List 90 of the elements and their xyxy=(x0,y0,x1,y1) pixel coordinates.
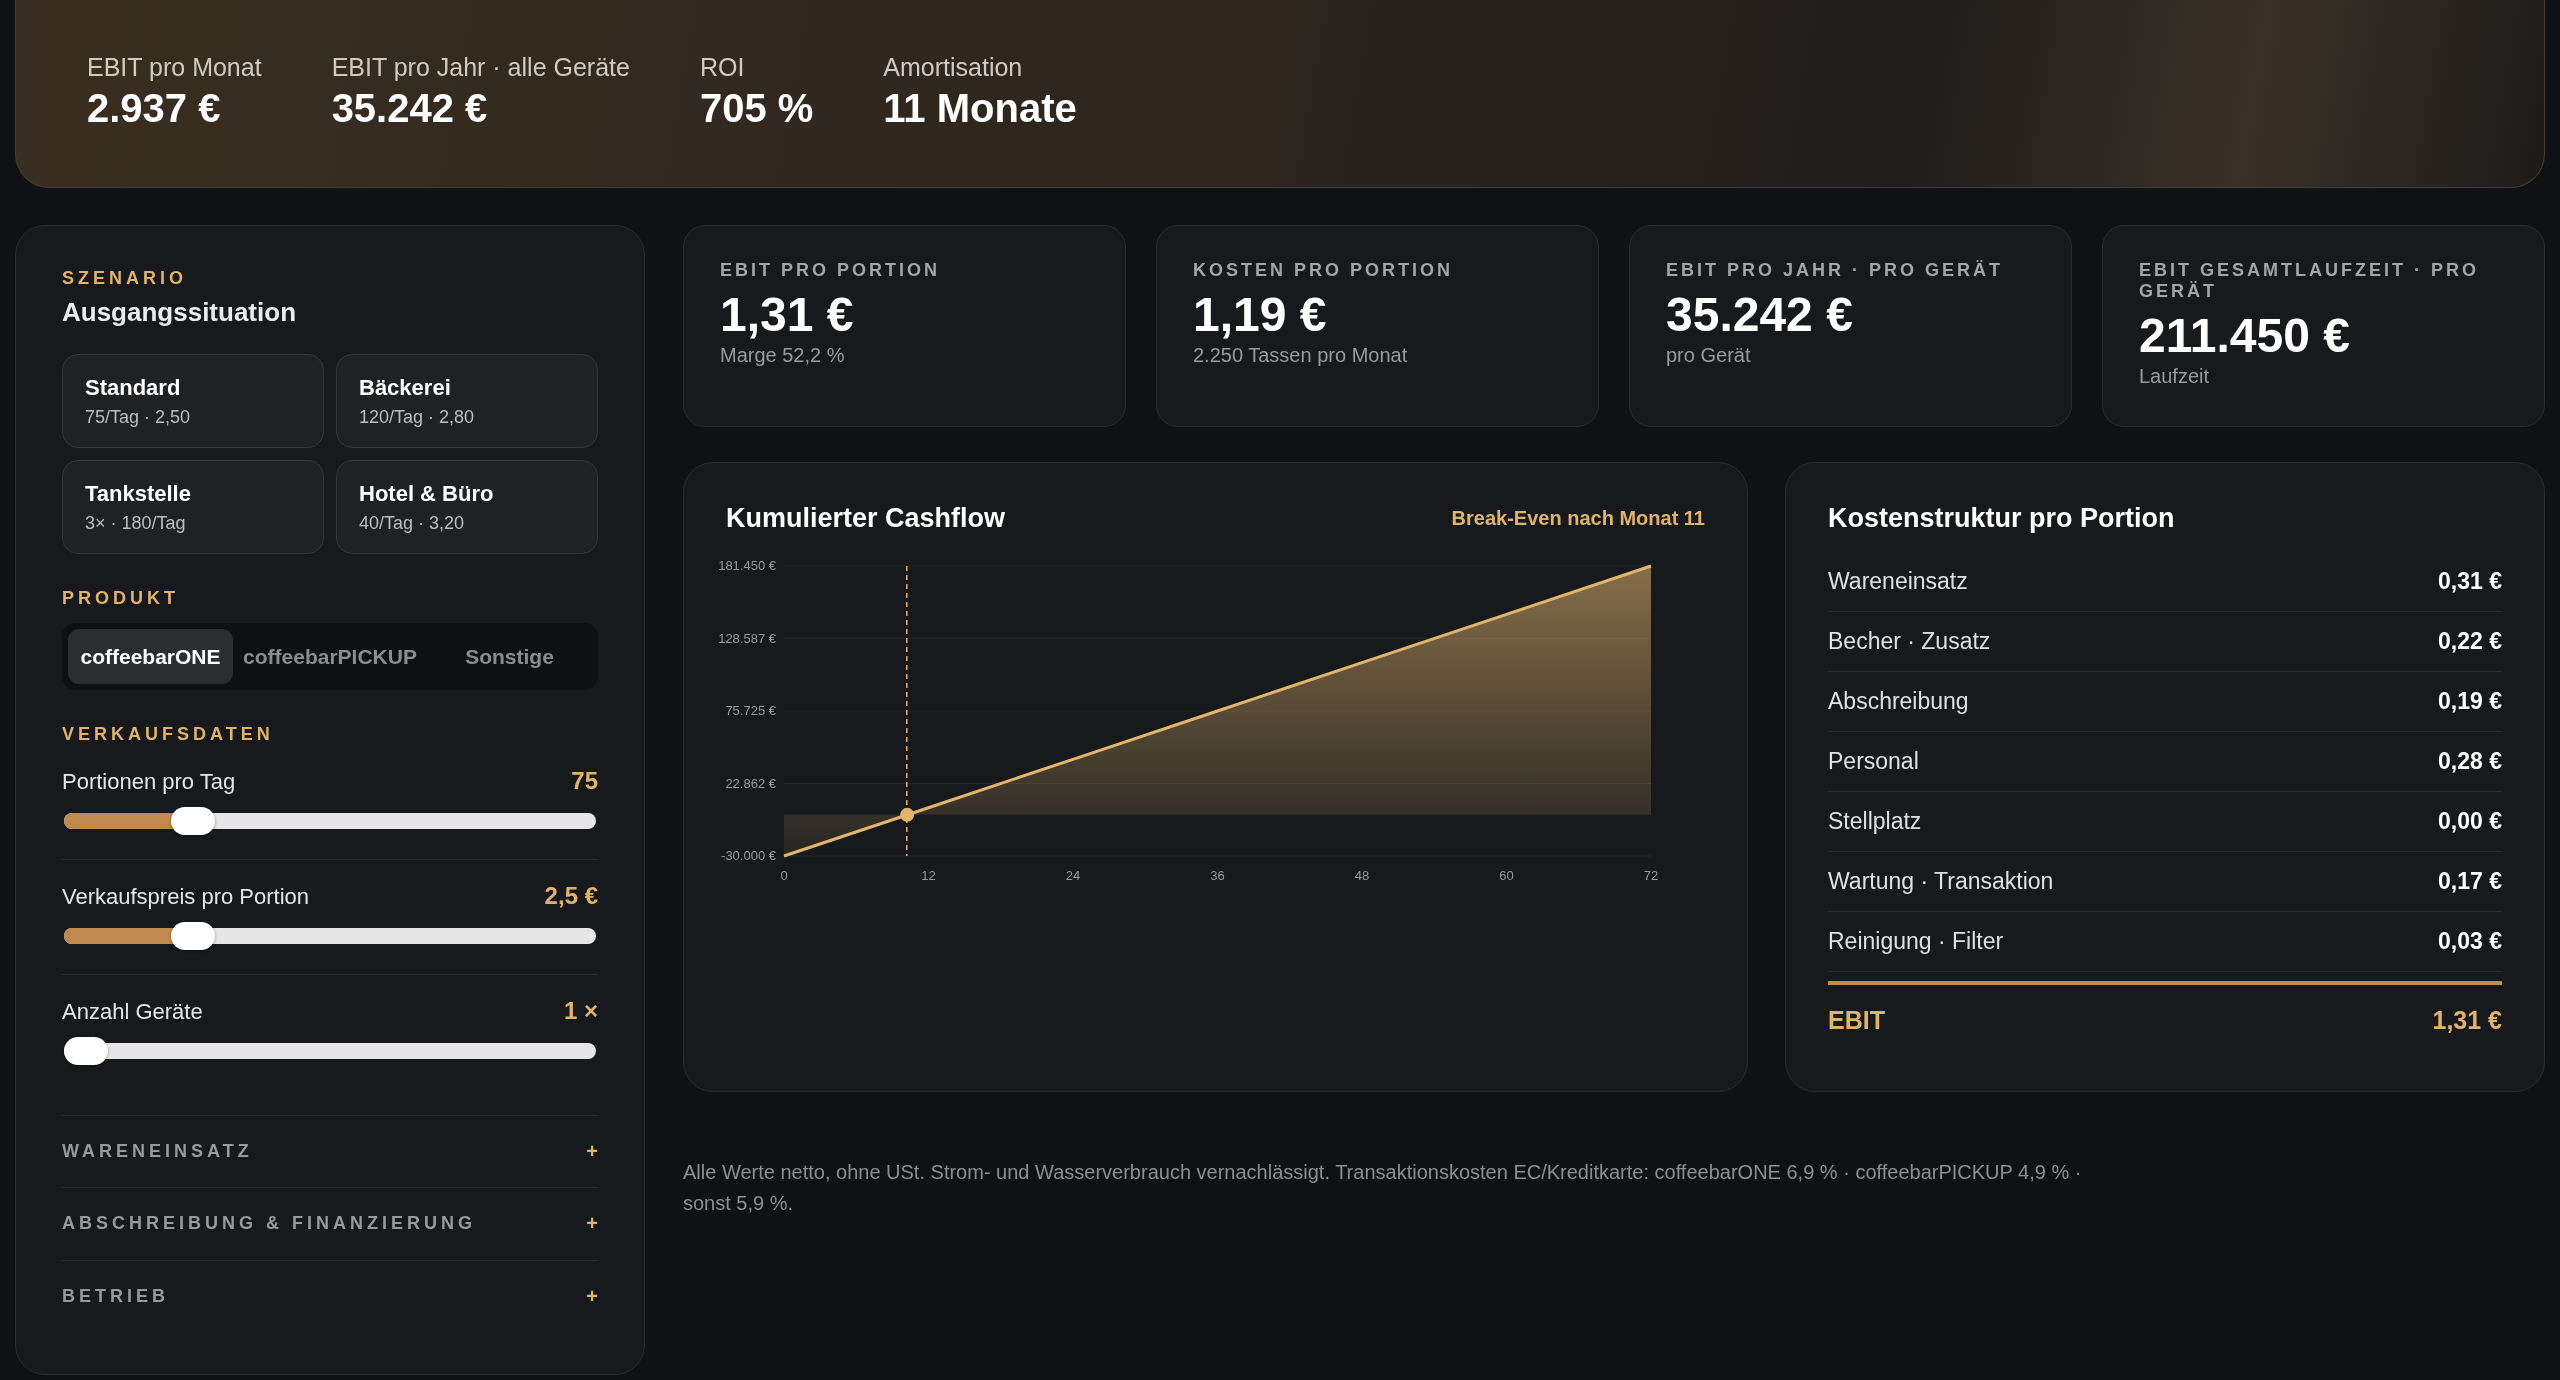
kpi-label: EBIT PRO JAHR · PRO GERÄT xyxy=(1666,260,2005,281)
cost-value: 0,00 € xyxy=(2438,808,2502,835)
stat-label: EBIT pro Monat xyxy=(87,52,262,82)
expand-toggle[interactable]: + xyxy=(586,1140,598,1164)
total-label: EBIT xyxy=(1828,1005,1885,1035)
kpi-value: 1,31 € xyxy=(720,287,855,342)
scenario-name: Hotel & Büro xyxy=(359,480,495,507)
stat-label: EBIT pro Jahr · alle Geräte xyxy=(331,52,630,82)
footnote: Alle Werte netto, ohne USt. Strom- und Wasserverbrauch vernachlässigt. Transaktionskosten EC/Kreditkarte: coffeebarONE 6,9 % · coffeebarPICKUP 4,9 % · sonst 5,9 %. xyxy=(683,1160,2083,1216)
kpi-label: EBIT GESAMTLAUFZEIT · PRO GERÄT xyxy=(2139,260,2480,302)
scenario-name: Standard xyxy=(85,374,182,401)
kpi-note: 2.250 Tassen pro Monat xyxy=(1193,344,1409,367)
cost-value: 0,28 € xyxy=(2438,748,2502,775)
slider-reading: 75 xyxy=(571,767,598,795)
product-tab[interactable]: coffeebarPICKUP xyxy=(237,629,423,684)
kpi-label: KOSTEN PRO PORTION xyxy=(1193,260,1454,281)
slider-reading: 2,5 € xyxy=(544,882,598,910)
product-tab[interactable]: Sonstige xyxy=(426,629,592,684)
axis-label: 24 xyxy=(1065,868,1081,883)
collapsible-section[interactable]: ABSCHREIBUNG & FINANZIERUNG xyxy=(62,1213,476,1235)
section-heading: SZENARIO xyxy=(62,268,188,289)
kpi-value: 35.242 € xyxy=(1666,287,1854,342)
collapsible-section[interactable]: WARENEINSATZ xyxy=(62,1141,253,1163)
slider-label: Verkaufspreis pro Portion xyxy=(62,884,310,910)
cost-label: Personal xyxy=(1828,748,1919,775)
kpi-value: 1,19 € xyxy=(1193,287,1328,342)
axis-label: 75.725 € xyxy=(725,703,776,718)
scenario-name: Bäckerei xyxy=(359,374,452,401)
expand-toggle[interactable]: + xyxy=(586,1284,598,1308)
scenario-card[interactable]: Bäckerei 120/Tag · 2,80 xyxy=(336,354,598,448)
scenario-card[interactable]: Hotel & Büro 40/Tag · 3,20 xyxy=(336,460,598,554)
slider-label: Portionen pro Tag xyxy=(62,769,236,795)
cost-label: Becher · Zusatz xyxy=(1828,628,1991,655)
expand-toggle[interactable]: + xyxy=(586,1212,598,1236)
section-heading: PRODUKT xyxy=(62,588,180,609)
break-even-note: Break-Even nach Monat 11 xyxy=(1451,507,1705,530)
cost-value: 0,03 € xyxy=(2438,928,2502,955)
stat-value: 2.937 € xyxy=(87,85,222,131)
axis-label: -30.000 € xyxy=(721,848,776,863)
kpi-label: EBIT PRO PORTION xyxy=(720,260,941,281)
stat-value: 11 Monate xyxy=(883,85,1077,131)
slider[interactable] xyxy=(64,922,596,950)
stat-label: ROI xyxy=(699,52,746,82)
cost-value: 0,31 € xyxy=(2438,568,2502,595)
total-value: 1,31 € xyxy=(2432,1005,2502,1035)
collapsible-section[interactable]: BETRIEB xyxy=(62,1285,169,1307)
kpi-note: pro Gerät xyxy=(1666,344,1752,367)
slider-thumb[interactable] xyxy=(171,807,216,835)
slider[interactable] xyxy=(64,1037,596,1065)
cost-label: Wareneinsatz xyxy=(1828,568,1968,595)
product-tab[interactable]: coffeebarONE xyxy=(68,629,234,684)
cost-value: 0,22 € xyxy=(2438,628,2502,655)
slider-thumb[interactable] xyxy=(171,922,216,950)
axis-label: 36 xyxy=(1210,868,1225,883)
cost-title: Kostenstruktur pro Portion xyxy=(1828,503,2176,534)
slider-label: Anzahl Geräte xyxy=(62,999,203,1025)
axis-label: 72 xyxy=(1643,868,1659,883)
cost-value: 0,17 € xyxy=(2438,868,2502,895)
axis-label: 128.587 € xyxy=(718,630,776,646)
axis-label: 48 xyxy=(1354,868,1370,883)
axis-label: 0 xyxy=(780,868,788,883)
slider[interactable] xyxy=(64,807,596,835)
scenario-detail: 120/Tag · 2,80 xyxy=(359,406,476,428)
scenario-name: Tankstelle xyxy=(85,480,192,507)
scenario-detail: 40/Tag · 3,20 xyxy=(359,512,466,534)
section-heading: VERKAUFSDATEN xyxy=(62,724,275,745)
cost-value: 0,19 € xyxy=(2438,688,2502,715)
stat-value: 35.242 € xyxy=(331,85,489,131)
scenario-detail: 3× · 180/Tag xyxy=(85,512,187,534)
axis-label: 22.862 € xyxy=(725,775,776,791)
kpi-value: 211.450 € xyxy=(2139,308,2351,363)
cost-label: Stellplatz xyxy=(1828,808,1922,835)
slider-reading: 1 × xyxy=(563,997,598,1025)
kpi-note: Marge 52,2 % xyxy=(720,344,846,367)
scenario-card[interactable]: Standard 75/Tag · 2,50 xyxy=(62,354,324,448)
chart-title: Kumulierter Cashflow xyxy=(726,503,1006,534)
scenario-title: Ausgangssituation xyxy=(62,297,297,328)
cost-label: Abschreibung xyxy=(1828,688,1969,715)
scenario-detail: 75/Tag · 2,50 xyxy=(85,406,192,428)
break-even-marker xyxy=(900,807,915,822)
axis-label: 12 xyxy=(921,868,936,883)
stat-value: 705 % xyxy=(699,85,814,131)
cost-label: Wartung · Transaktion xyxy=(1828,868,2054,895)
cost-label: Reinigung · Filter xyxy=(1828,928,2004,955)
stat-label: Amortisation xyxy=(883,52,1024,82)
axis-label: 181.450 € xyxy=(718,558,776,573)
axis-label: 60 xyxy=(1499,868,1514,883)
slider-thumb[interactable] xyxy=(64,1037,108,1065)
kpi-note: Laufzeit xyxy=(2139,365,2211,388)
scenario-card[interactable]: Tankstelle 3× · 180/Tag xyxy=(62,460,324,554)
